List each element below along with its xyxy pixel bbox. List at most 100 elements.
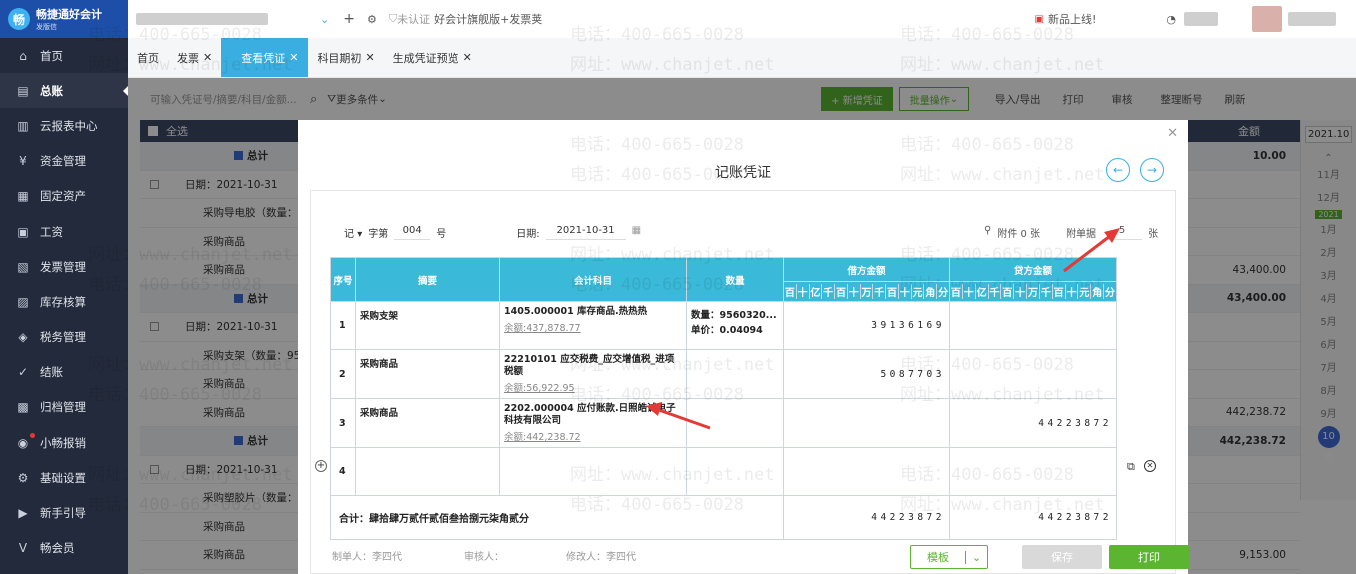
sidebar-item[interactable]: ▦ 固定资产 — [0, 179, 128, 214]
sidebar-item[interactable]: ▨ 库存核算 — [0, 284, 128, 319]
entry-account: 1405.000001 库存商品.热热热 — [504, 306, 648, 317]
sidebar-item[interactable]: ◈ 税务管理 — [0, 320, 128, 355]
unverified-badge[interactable]: 未认证 — [397, 11, 430, 27]
add-icon[interactable]: + — [343, 11, 355, 27]
entry-debit[interactable]: 39136169 — [783, 301, 950, 350]
voucher-entry-row[interactable]: 3 采购商品 2202.000004 应付账款.日照皓诚电子科技有限公司 余额:442… — [330, 398, 1117, 448]
chevron-down-icon[interactable]: ⌄ — [320, 13, 329, 26]
entry-account-cell[interactable]: 1405.000001 库存商品.热热热 余额:437,878.77 — [499, 301, 687, 350]
entry-qty-cell[interactable] — [686, 447, 784, 496]
voucher-entry-row[interactable]: 4 — [330, 447, 1117, 496]
entry-account-cell[interactable]: 22210101 应交税费_应交增值税_进项税额 余额:56,922.95 — [499, 349, 687, 399]
entry-qty-cell[interactable] — [686, 349, 784, 399]
sidebar-item[interactable]: V 畅会员 — [0, 531, 128, 566]
date-label: 日期: — [516, 229, 540, 240]
entry-credit[interactable] — [949, 349, 1117, 399]
ledger-icon: ▤ — [17, 83, 29, 98]
sidebar-item[interactable]: ⌂ 首页 — [0, 38, 128, 73]
company-name-blurred[interactable] — [136, 13, 268, 25]
tab[interactable]: 查看凭证 ✕ — [221, 38, 309, 77]
print-voucher-button[interactable]: 打印 — [1109, 545, 1189, 569]
entry-summary[interactable]: 采购支架 — [355, 301, 500, 350]
voucher-entry-row[interactable]: 2 采购商品 22210101 应交税费_应交增值税_进项税额 余额:56,922.9… — [330, 349, 1117, 399]
voucher-entry-row[interactable]: 1 采购支架 1405.000001 库存商品.热热热 余额:437,878.77 数量… — [330, 301, 1117, 350]
home-icon: ⌂ — [19, 48, 27, 63]
entry-credit[interactable]: 44223872 — [949, 398, 1117, 448]
voucher-word-select[interactable]: 记 ▾ — [344, 225, 362, 240]
copy-row-icon[interactable]: ⧉ — [1127, 460, 1135, 474]
vip-icon: V — [18, 541, 28, 556]
digit-unit: 十 — [899, 284, 912, 299]
add-row-icon[interactable]: + — [315, 460, 327, 472]
entry-credit[interactable] — [949, 447, 1117, 496]
voucher-number-input[interactable]: 004 — [394, 225, 431, 240]
news-icon[interactable]: ▣ — [1035, 14, 1044, 25]
app-logo[interactable]: 畅 畅捷通好会计 发版信 — [0, 0, 128, 38]
sidebar-item[interactable]: ◉ 小畅报销 — [0, 425, 128, 460]
save-button[interactable]: 保存 — [1022, 545, 1102, 569]
tab[interactable]: 首页 — [128, 38, 168, 77]
guide-icon: ▶ — [18, 506, 28, 521]
voucher-word-label: 字第 — [368, 229, 389, 240]
user-name-blurred[interactable] — [1184, 12, 1218, 26]
template-button[interactable]: 模板 ⌄ — [910, 545, 988, 569]
sidebar-item[interactable]: ▶ 新手引导 — [0, 495, 128, 530]
sidebar-item[interactable]: ▩ 归档管理 — [0, 390, 128, 425]
chevron-down-icon: ⌄ — [965, 550, 987, 564]
entry-summary[interactable] — [355, 447, 500, 496]
prev-voucher-button[interactable]: ← — [1106, 158, 1130, 182]
summary-header: 摘要 — [355, 257, 500, 302]
close-icon[interactable]: ✕ — [1167, 126, 1178, 141]
entry-debit[interactable] — [783, 398, 950, 448]
entry-qty-cell[interactable]: 数量：9560320... 单价：0.04094 — [686, 301, 784, 350]
close-icon[interactable]: ✕ — [463, 51, 472, 64]
close-icon[interactable]: ✕ — [203, 51, 212, 64]
sidebar-item[interactable]: ✓ 结账 — [0, 355, 128, 390]
bill-count-input[interactable]: 5 — [1102, 225, 1143, 240]
entry-summary[interactable]: 采购商品 — [355, 398, 500, 448]
tab[interactable]: 发票 ✕ — [168, 38, 221, 77]
entry-account-cell[interactable] — [499, 447, 687, 496]
sidebar-item[interactable]: ⚙ 基础设置 — [0, 460, 128, 495]
sidebar-item[interactable]: ▤ 总账 — [0, 73, 128, 109]
close-icon[interactable]: ✕ — [365, 51, 374, 64]
tab-label: 科目期初 — [317, 51, 362, 65]
delete-row-icon[interactable]: ✕ — [1144, 460, 1156, 472]
sidebar-item-label: 归档管理 — [40, 400, 86, 415]
entry-summary[interactable]: 采购商品 — [355, 349, 500, 399]
tab[interactable]: 生成凭证预览 ✕ — [384, 38, 481, 77]
entry-account-cell[interactable]: 2202.000004 应付账款.日照皓诚电子科技有限公司 余额:442,238.… — [499, 398, 687, 448]
close-icon[interactable]: ✕ — [289, 51, 298, 64]
entry-debit[interactable] — [783, 447, 950, 496]
bell-icon[interactable]: ◔ — [1166, 13, 1176, 26]
sidebar-item-label: 发票管理 — [40, 259, 86, 274]
edition-label[interactable]: 好会计旗舰版+发票荚 — [434, 11, 542, 27]
date-input[interactable]: 2021-10-31 — [545, 225, 626, 240]
qty-header: 数量 — [686, 257, 784, 302]
entry-qty-cell[interactable] — [686, 398, 784, 448]
gear-icon[interactable]: ⚙ — [367, 13, 377, 26]
digit-unit: 角 — [924, 284, 938, 299]
sidebar-item[interactable]: ▣ 工资 — [0, 214, 128, 249]
attachment-link[interactable]: 附件 0 张 — [997, 225, 1040, 240]
sidebar-item[interactable]: ¥ 资金管理 — [0, 144, 128, 179]
entry-debit[interactable]: 5087703 — [783, 349, 950, 399]
entry-credit[interactable] — [949, 301, 1117, 350]
entry-price: 单价：0.04094 — [691, 325, 763, 336]
news-label[interactable]: 新品上线! — [1048, 11, 1096, 27]
tab[interactable]: 科目期初 ✕ — [308, 38, 383, 77]
user-info-blurred[interactable] — [1288, 12, 1336, 26]
avatar[interactable] — [1252, 6, 1282, 32]
calendar-icon[interactable]: ▦ — [632, 225, 641, 240]
digit-unit: 万 — [1027, 284, 1040, 299]
bill-unit: 张 — [1148, 229, 1159, 240]
next-voucher-button[interactable]: → — [1140, 158, 1164, 182]
stock-icon: ▨ — [17, 294, 29, 309]
sidebar-item[interactable]: ▥ 云报表中心 — [0, 108, 128, 143]
digit-unit: 百 — [784, 284, 797, 299]
sidebar-item[interactable]: ▧ 发票管理 — [0, 249, 128, 284]
modifier-label: 修改人：李四代 — [566, 552, 636, 563]
app-name: 畅捷通好会计 — [36, 8, 102, 21]
digit-unit: 百 — [1053, 284, 1066, 299]
notification-dot — [30, 433, 35, 439]
